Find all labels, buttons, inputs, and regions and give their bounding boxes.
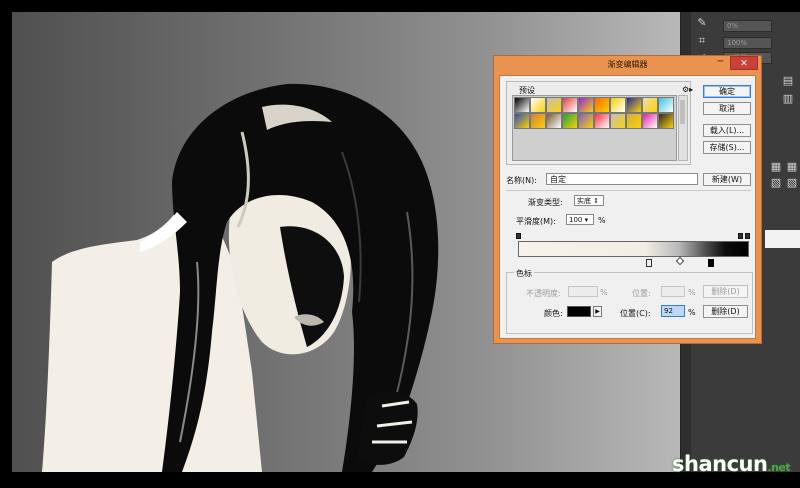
watermark-logo: shancun.net	[672, 452, 791, 476]
watermark-main: shancun	[672, 452, 768, 476]
location-unit: %	[688, 308, 696, 317]
preset-swatch[interactable]	[578, 97, 594, 113]
preset-swatch[interactable]	[658, 97, 674, 113]
gradient-editor-dialog: 渐变编辑器 ─ ✕ 预设 ⚙▸ 确定 取消 载入(L)... 存储(S)... …	[493, 55, 762, 344]
minimize-button[interactable]: ─	[714, 57, 727, 69]
preset-swatch[interactable]	[594, 97, 610, 113]
smoothness-unit: %	[598, 216, 606, 225]
color-stop-dark-selected[interactable]	[708, 259, 714, 267]
presets-group: 预设 ⚙▸	[506, 81, 693, 165]
preset-swatch[interactable]	[642, 97, 658, 113]
preset-scrollbar[interactable]	[678, 95, 688, 161]
preset-swatch[interactable]	[658, 113, 674, 129]
name-label: 名称(N):	[506, 176, 537, 185]
panel-toggle-icon[interactable]: ▧	[769, 176, 783, 190]
preset-swatch[interactable]	[546, 113, 562, 129]
fill-field[interactable]: 100%	[723, 37, 772, 49]
preset-swatch-grid	[512, 95, 677, 161]
preset-swatch[interactable]	[562, 97, 578, 113]
gradient-type-label: 渐变类型:	[528, 198, 563, 207]
load-button[interactable]: 载入(L)...	[703, 124, 751, 137]
opacity-stop-left[interactable]	[516, 233, 521, 239]
brush-tool-icon[interactable]: ✎	[695, 16, 709, 30]
opacity-unit: %	[600, 288, 608, 297]
preset-swatch[interactable]	[530, 97, 546, 113]
divider	[506, 190, 751, 191]
ok-button[interactable]: 确定	[703, 85, 751, 98]
crop-tool-icon[interactable]: ⌗	[695, 34, 709, 48]
color-menu-arrow-icon[interactable]: ▶	[593, 306, 602, 317]
preset-swatch[interactable]	[642, 113, 658, 129]
color-stops-label: 色标	[514, 268, 534, 279]
panel-toggle-icon[interactable]: ▦	[785, 160, 799, 174]
opacity-label: 不透明度:	[526, 289, 561, 298]
delete-color-stop-button[interactable]: 删除(D)	[703, 305, 748, 318]
gradient-type-select[interactable]: 实底 ⇕	[574, 195, 604, 206]
screenshot-root: ✎ ⌗ ✐ 0% 100% 0 像素 ▤ ▥ ▦ ▦ ▧ ▧ shancun.n…	[0, 0, 800, 488]
location-unit-top: %	[688, 288, 696, 297]
dialog-content: 预设 ⚙▸ 确定 取消 载入(L)... 存储(S)... 名称(N): 自定 …	[499, 75, 756, 339]
layer-icon[interactable]: ▤	[781, 74, 795, 88]
preset-swatch[interactable]	[578, 113, 594, 129]
save-button[interactable]: 存储(S)...	[703, 141, 751, 154]
midpoint-diamond[interactable]	[675, 256, 685, 266]
color-stops-group	[506, 272, 753, 334]
color-label: 颜色:	[544, 309, 563, 318]
watermark-suffix: .net	[767, 461, 791, 474]
smoothness-select[interactable]: 100 ▾	[566, 214, 594, 225]
location-input-top[interactable]	[661, 286, 685, 297]
close-button[interactable]: ✕	[730, 56, 758, 70]
delete-opacity-stop-button[interactable]: 删除(D)	[703, 285, 748, 298]
opacity-field[interactable]: 0%	[723, 20, 772, 32]
gradient-preview-bar[interactable]	[518, 241, 749, 257]
gear-icon[interactable]: ⚙▸	[682, 85, 693, 94]
location-label: 位置(C):	[620, 309, 651, 318]
scroll-thumb[interactable]	[680, 100, 685, 124]
preset-swatch[interactable]	[562, 113, 578, 129]
panel-preview	[765, 230, 800, 248]
preset-swatch[interactable]	[514, 113, 530, 129]
gradient-type-value: 实底	[577, 197, 591, 205]
opacity-input[interactable]	[568, 286, 598, 297]
preset-swatch[interactable]	[514, 97, 530, 113]
smoothness-value: 100	[569, 216, 583, 224]
location-label-top: 位置:	[632, 289, 651, 298]
opacity-stop-right-2[interactable]	[745, 233, 750, 239]
opacity-stop-right-1[interactable]	[738, 233, 743, 239]
new-button[interactable]: 新建(W)	[703, 173, 751, 186]
panel-toggle-icon[interactable]: ▦	[769, 160, 783, 174]
preset-swatch[interactable]	[626, 97, 642, 113]
color-stop-light[interactable]	[646, 259, 652, 267]
preset-swatch[interactable]	[530, 113, 546, 129]
preset-swatch[interactable]	[610, 97, 626, 113]
preset-swatch[interactable]	[594, 113, 610, 129]
cancel-button[interactable]: 取消	[703, 102, 751, 115]
name-input[interactable]: 自定	[546, 173, 698, 185]
layer-icon[interactable]: ▥	[781, 92, 795, 106]
title-bar[interactable]: 渐变编辑器 ─ ✕	[494, 56, 761, 74]
smoothness-label: 平滑度(M):	[516, 217, 556, 226]
preset-swatch[interactable]	[610, 113, 626, 129]
stop-color-swatch[interactable]	[567, 306, 591, 317]
preset-swatch[interactable]	[626, 113, 642, 129]
panel-toggle-icon[interactable]: ▧	[785, 176, 799, 190]
location-input[interactable]: 92	[661, 305, 685, 317]
preset-swatch[interactable]	[546, 97, 562, 113]
